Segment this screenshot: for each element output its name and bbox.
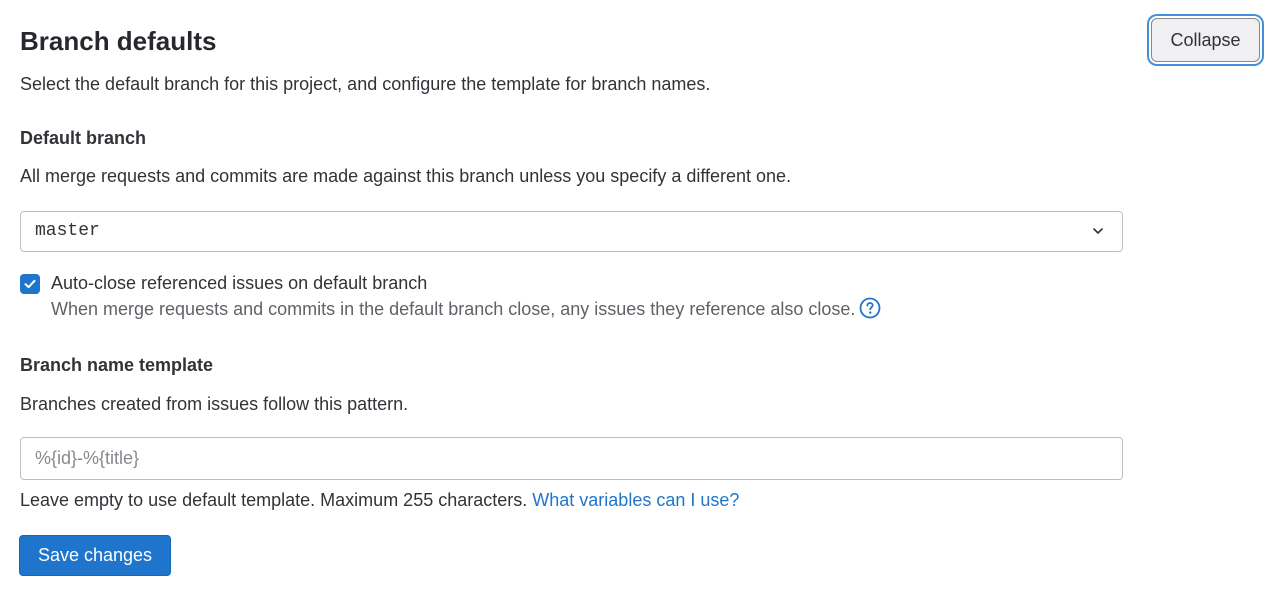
checkmark-icon [24,279,36,289]
default-branch-select[interactable]: master [20,211,1123,252]
variables-help-link[interactable]: What variables can I use? [532,490,739,510]
auto-close-help: When merge requests and commits in the d… [51,297,881,321]
template-hint-text: Leave empty to use default template. Max… [20,490,528,510]
section-description: Select the default branch for this proje… [20,74,711,94]
branch-name-template-input[interactable] [20,437,1123,480]
branch-name-template-hint: Leave empty to use default template. Max… [20,488,739,512]
auto-close-label[interactable]: Auto-close referenced issues on default … [51,271,427,295]
chevron-down-icon [1090,223,1106,239]
question-circle-icon[interactable] [859,297,881,319]
default-branch-help: All merge requests and commits are made … [20,166,792,186]
branch-name-template-label: Branch name template [20,355,214,375]
default-branch-value: master [35,221,100,241]
branch-name-template-help: Branches created from issues follow this… [20,394,409,414]
auto-close-help-text: When merge requests and commits in the d… [51,299,856,319]
collapse-button[interactable]: Collapse [1151,18,1260,62]
save-changes-button[interactable]: Save changes [19,535,171,576]
page-title: Branch defaults [20,26,217,56]
auto-close-checkbox[interactable] [20,274,40,294]
branch-defaults-panel: Branch defaults Collapse Select the defa… [0,0,1280,592]
default-branch-label: Default branch [20,128,147,148]
